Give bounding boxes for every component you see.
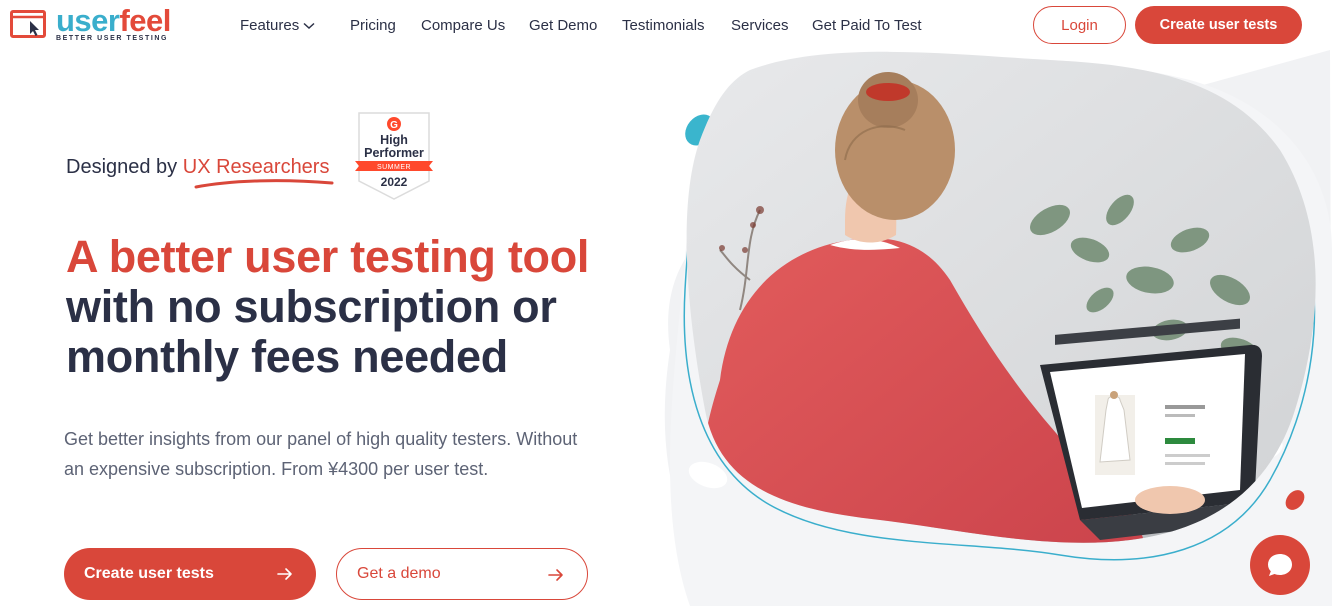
- badge-line-1: High: [380, 133, 408, 147]
- nav-item-compare-us[interactable]: Compare Us: [421, 17, 505, 34]
- create-user-tests-label: Create user tests: [84, 565, 214, 582]
- chat-bubble-icon: [1268, 554, 1292, 576]
- badge-season: SUMMER: [377, 164, 411, 171]
- g2-high-performer-badge: G High Performer SUMMER 2022: [355, 112, 433, 200]
- logo-tagline: BETTER USER TESTING: [56, 35, 169, 42]
- badge-line-2: Performer: [364, 146, 424, 160]
- hand-drawn-underline: [194, 179, 334, 189]
- hero-headline: A better user testing tool with no subsc…: [66, 232, 646, 382]
- chevron-down-icon: [303, 22, 315, 30]
- get-a-demo-button[interactable]: Get a demo: [336, 548, 588, 600]
- badge-year: 2022: [381, 175, 408, 189]
- nav-item-features[interactable]: Features: [240, 17, 315, 34]
- userfeel-logo[interactable]: userfeel BETTER USER TESTING: [10, 4, 171, 46]
- headline-line-1: A better user testing tool: [66, 231, 590, 282]
- woman-using-laptop-photo: [664, 50, 1332, 606]
- nav-item-get-demo[interactable]: Get Demo: [529, 17, 597, 34]
- g2-logo-letter: G: [390, 120, 398, 131]
- nav-item-get-paid-to-test[interactable]: Get Paid To Test: [812, 17, 922, 34]
- designed-by-line: Designed by UX Researchers: [66, 156, 329, 179]
- arrow-right-icon: [548, 569, 563, 581]
- browser-cursor-icon: [10, 10, 46, 38]
- create-user-tests-button[interactable]: Create user tests: [64, 548, 316, 600]
- site-header: userfeel BETTER USER TESTING Features Pr…: [0, 0, 1332, 52]
- nav-label-features: Features: [240, 17, 300, 34]
- create-user-tests-header-button[interactable]: Create user tests: [1135, 6, 1302, 44]
- designed-by-accent: UX Researchers: [182, 156, 330, 178]
- nav-item-pricing[interactable]: Pricing: [350, 17, 396, 34]
- headline-line-2: with no subscription or: [66, 281, 557, 332]
- headline-line-3: monthly fees needed: [66, 331, 508, 382]
- get-a-demo-label: Get a demo: [357, 565, 441, 582]
- designed-by-prefix: Designed by: [66, 156, 178, 178]
- nav-item-testimonials[interactable]: Testimonials: [622, 17, 705, 34]
- arrow-right-icon: [277, 568, 292, 580]
- nav-item-services[interactable]: Services: [731, 17, 789, 34]
- logo-word-feel: feel: [119, 3, 171, 38]
- login-button[interactable]: Login: [1033, 6, 1126, 44]
- logo-word-user: user: [56, 3, 120, 38]
- chat-button[interactable]: [1250, 535, 1310, 595]
- logo-wordmark: userfeel: [56, 4, 171, 38]
- hero-subtext: Get better insights from our panel of hi…: [64, 429, 578, 479]
